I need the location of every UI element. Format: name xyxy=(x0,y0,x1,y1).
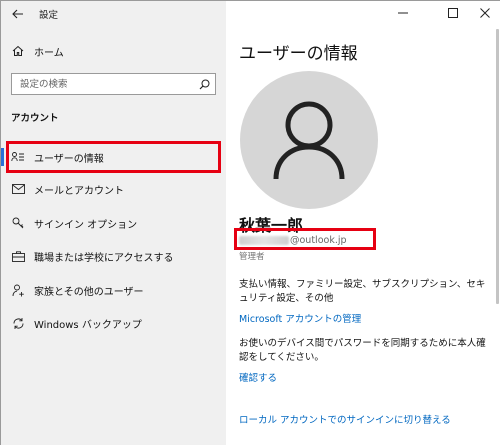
sidebar-item-label: 職場または学校にアクセスする xyxy=(34,252,174,264)
avatar[interactable] xyxy=(240,71,378,209)
briefcase-icon xyxy=(11,249,25,263)
main-pane: ユーザーの情報 秋葉一郎 @outlook.jp 管理者 支払い情報、ファミリー… xyxy=(226,1,500,445)
minimize-button[interactable] xyxy=(388,1,418,25)
sidebar-item-family[interactable]: 家族とその他のユーザー xyxy=(1,277,226,303)
search-box[interactable] xyxy=(11,73,216,95)
user-email: @outlook.jp xyxy=(239,233,347,247)
verify-link[interactable]: 確認する xyxy=(239,370,277,384)
window-title: 設定 xyxy=(39,10,59,21)
sidebar-item-label: 家族とその他のユーザー xyxy=(34,286,144,298)
sidebar-item-label: メールとアカウント xyxy=(34,185,124,197)
sidebar: 設定 ホーム アカウント ユーザーの情報 メールとアカウ xyxy=(1,1,226,445)
mail-icon xyxy=(11,182,25,196)
sidebar-item-backup[interactable]: Windows バックアップ xyxy=(1,310,226,336)
search-icon[interactable] xyxy=(193,79,215,90)
title-bar: 設定 xyxy=(1,1,226,27)
home-icon xyxy=(11,44,25,58)
settings-window: 設定 ホーム アカウント ユーザーの情報 メールとアカウ xyxy=(0,0,500,445)
sync-icon xyxy=(11,316,25,330)
person-icon xyxy=(273,101,345,180)
user-info-icon xyxy=(11,150,25,164)
scrollbar[interactable] xyxy=(496,29,499,304)
nav-home[interactable]: ホーム xyxy=(1,38,226,64)
switch-local-account-link[interactable]: ローカル アカウントでのサインインに切り替える xyxy=(239,412,451,426)
close-button[interactable] xyxy=(470,1,500,25)
sidebar-item-user-info[interactable]: ユーザーの情報 xyxy=(1,144,226,170)
sidebar-item-signin-options[interactable]: サインイン オプション xyxy=(1,210,226,236)
minimize-icon xyxy=(398,12,408,14)
sidebar-item-mail[interactable]: メールとアカウント xyxy=(1,176,226,202)
sidebar-item-label: サインイン オプション xyxy=(34,219,138,231)
close-icon xyxy=(480,8,490,18)
key-icon xyxy=(11,216,25,230)
billing-description: 支払い情報、ファミリー設定、サブスクリプション、セキュリティ設定、その他 xyxy=(239,279,486,304)
verify-description: お使いのデバイス間でパスワードを同期するために本人確認をしてください。 xyxy=(239,338,486,363)
sidebar-item-label: ユーザーの情報 xyxy=(34,153,104,165)
back-arrow-icon xyxy=(12,9,23,19)
manage-account-link[interactable]: Microsoft アカウントの管理 xyxy=(239,311,361,325)
maximize-icon xyxy=(448,8,458,18)
user-role: 管理者 xyxy=(239,252,265,262)
section-heading-accounts: アカウント xyxy=(11,113,59,124)
back-button[interactable] xyxy=(1,1,35,27)
search-input[interactable] xyxy=(12,75,193,93)
maximize-button[interactable] xyxy=(438,1,468,25)
nav-home-label: ホーム xyxy=(34,47,64,59)
email-redacted xyxy=(239,235,289,245)
add-person-icon xyxy=(11,283,25,297)
sidebar-item-label: Windows バックアップ xyxy=(34,319,142,331)
sidebar-item-work-school[interactable]: 職場または学校にアクセスする xyxy=(1,243,226,269)
page-title: ユーザーの情報 xyxy=(239,44,358,64)
email-domain: @outlook.jp xyxy=(290,234,347,246)
